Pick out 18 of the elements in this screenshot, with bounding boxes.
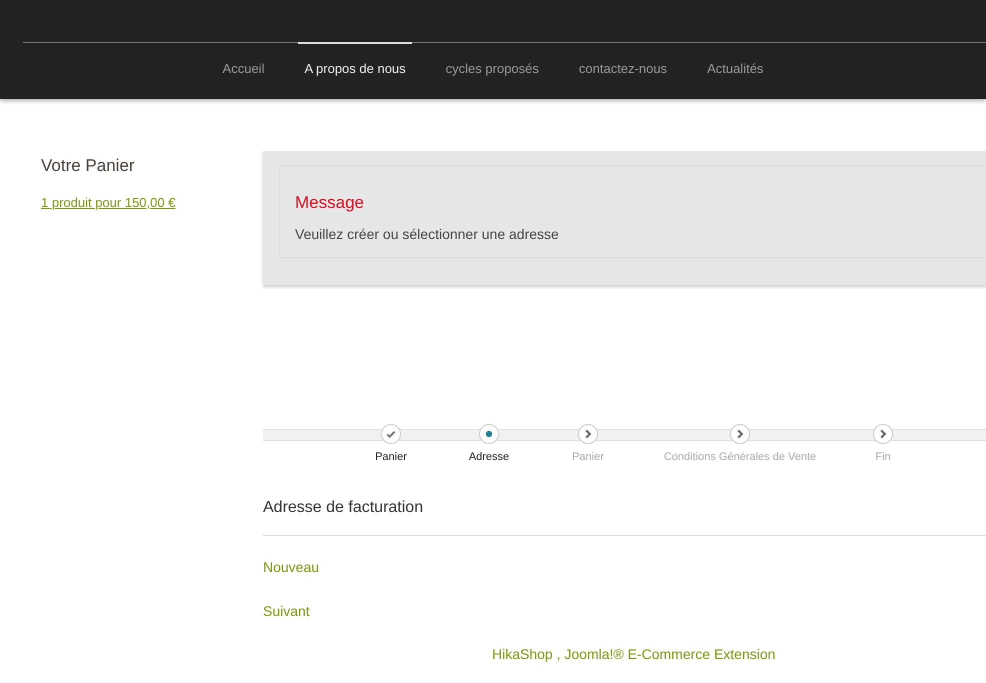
footer-credit-link[interactable]: HikaShop , Joomla!® E-Commerce Extension: [492, 644, 986, 665]
section-heading: Adresse de facturation: [263, 496, 986, 536]
message-title: Message: [295, 192, 365, 214]
cart-title: Votre Panier: [41, 155, 136, 177]
step-label: Panier: [572, 450, 604, 465]
next-link[interactable]: Suivant: [263, 601, 986, 622]
nav-link[interactable]: A propos de nous: [298, 42, 412, 82]
step-label: Conditions Générales de Vente: [664, 450, 816, 465]
nav-link[interactable]: cycles proposés: [440, 42, 545, 82]
step-label: Fin: [875, 450, 891, 465]
nav-link[interactable]: contactez-nous: [572, 42, 674, 82]
cart-summary-link[interactable]: 1 produit pour 150,00 €: [41, 192, 263, 212]
step-label: Adresse: [468, 450, 510, 465]
nav-link[interactable]: Actualités: [701, 42, 770, 82]
new-address-link[interactable]: Nouveau: [263, 557, 986, 578]
message-text: Veuillez créer ou sélectionner une adresse: [295, 224, 560, 244]
nav-link[interactable]: Accueil: [216, 42, 270, 82]
step-label: Panier: [375, 450, 407, 465]
